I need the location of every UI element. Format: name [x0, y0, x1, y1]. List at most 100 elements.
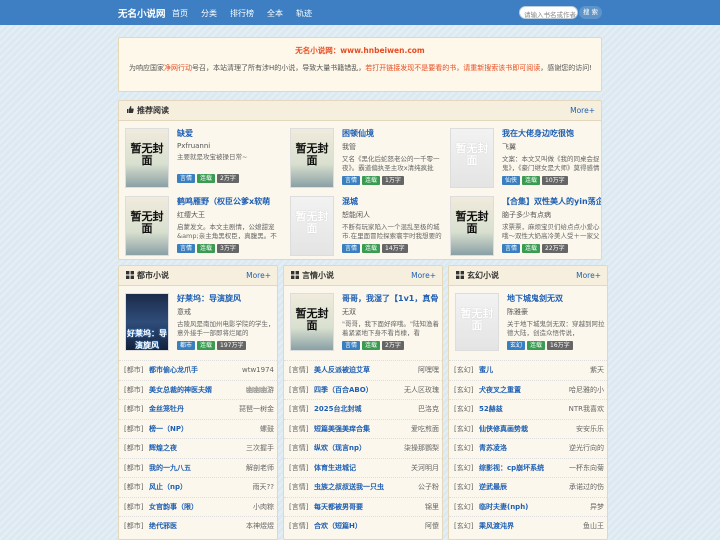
list-item-title[interactable]: 仙侠修真画势栽 — [479, 420, 576, 439]
list-item: [言情] 2025台北封城 巴洛克 — [284, 399, 442, 419]
book-tag: 连载 — [197, 174, 216, 183]
list-item: [玄幻] 逆武最辰 承诺过的伤 — [449, 477, 607, 497]
book-cover[interactable]: 暂无封面 — [125, 196, 169, 256]
book-title[interactable]: 混城 — [342, 196, 442, 207]
list-item-title[interactable]: 四季（百合ABO） — [314, 381, 404, 400]
book-description: 求票票，麻烦宝贝们给点点小爱心哦～双性大奶高冷美人受＋一家父 — [502, 223, 600, 240]
list-item-category: [言情] — [289, 424, 309, 433]
book-tag[interactable]: 言情 — [177, 244, 196, 253]
list-item: [玄幻] 青苏凌洛 逆光行向的 — [449, 438, 607, 458]
book-title[interactable]: 困顿仙境 — [342, 128, 442, 139]
list-item-author: 无人区玫瑰 — [404, 385, 439, 394]
book-title[interactable]: 地下城鬼剑无双 — [507, 293, 607, 304]
list-item-title[interactable]: 52赫兹 — [479, 400, 569, 419]
book-cover[interactable]: 好莱坞：导演旋风 — [125, 293, 169, 351]
list-item-category: [言情] — [289, 444, 309, 452]
book-info: 【合集】双性美人的yin荡企 脑子多少有点病 求票票，麻烦宝贝们给点点小爱心哦～… — [502, 196, 601, 253]
list-item-category: [玄幻] — [454, 405, 474, 413]
book-title[interactable]: 好莱坞：导演旋风 — [177, 293, 277, 304]
category-more-link[interactable]: More+ — [576, 266, 601, 286]
book-description: 启蒙发文。本文主剧情，公媳甜宠&amp;亲主角黑权臣，真腹黑。不是 — [177, 223, 277, 240]
grid-icon — [291, 267, 299, 279]
list-item-title[interactable]: 虫族之叔叔送我一只虫 — [314, 478, 418, 497]
book-tag[interactable]: 言情 — [342, 341, 361, 350]
list-item-title[interactable]: 蜜儿 — [479, 361, 590, 380]
book-title[interactable]: 缺爱 — [177, 128, 277, 139]
book-title[interactable]: 【合集】双性美人的yin荡企 — [502, 196, 601, 207]
list-item-title[interactable]: 综影视：cp崩坏系统 — [479, 459, 569, 478]
list-item-title[interactable]: 美女总裁的神医夫婿 — [149, 381, 246, 400]
list-item-title[interactable]: 青苏凌洛 — [479, 439, 569, 458]
book-author: 红缨大王 — [177, 211, 205, 219]
list-item-title[interactable]: 2025台北封城 — [314, 400, 418, 419]
search-button[interactable]: 搜 索 — [579, 6, 602, 19]
list-item-title[interactable]: 每天都被男哥要 — [314, 498, 425, 517]
book-tag: 连载 — [197, 244, 216, 253]
book-info: 地下城鬼剑无双 陈雅豪 关于地下城鬼剑无双：穿越到阿拉德大陆，创造众悟传说， 玄… — [507, 293, 607, 350]
list-item-title[interactable]: 榜一（NP） — [149, 420, 260, 439]
book-cover[interactable]: 暂无封面 — [290, 293, 334, 351]
book-tag[interactable]: 言情 — [177, 174, 196, 183]
list-item-author: 阿嘿嘿 — [418, 366, 439, 374]
list-item: [玄幻] 犬夜叉之重置 哈尼雅的小 — [449, 379, 607, 400]
list-item-title[interactable]: 都市偷心龙爪手 — [149, 361, 242, 380]
list-item-title[interactable]: 乘风渡沌界 — [479, 517, 583, 536]
list-item-title[interactable]: 合欢（短篇H） — [314, 517, 425, 536]
book-tag: 14万字 — [382, 244, 408, 253]
book-tags: 仙侠 连载 10万字 — [502, 176, 601, 185]
list-item-title[interactable]: 逆武最辰 — [479, 478, 569, 497]
recommend-book: 暂无封面 我在大佬身边吃很饱 飞翼 文案：本文又叫做《我的同桌会捉鬼》，《豪门继… — [444, 128, 601, 198]
nav-category[interactable]: 分类 — [201, 8, 217, 19]
cover-placeholder-text: 暂无封面 — [295, 307, 329, 332]
search-input[interactable]: 请输入书名或作者 — [519, 6, 578, 19]
list-item-title[interactable]: 女官韵事（限） — [149, 498, 253, 517]
book-description: 关于地下城鬼剑无双：穿越到阿拉德大陆，创造众悟传说， — [507, 320, 605, 337]
book-title[interactable]: 鹤鸣雁野（权臣公爹x软萌 — [177, 196, 277, 207]
book-tag[interactable]: 言情 — [502, 244, 521, 253]
top-navbar: 无名小说网 首页 分类 排行榜 全本 轨迹 请输入书名或作者 搜 索 — [0, 0, 720, 25]
list-item-title[interactable]: 金丝笼牡丹 — [149, 400, 239, 419]
book-tag[interactable]: 仙侠 — [502, 176, 521, 185]
category-more-link[interactable]: More+ — [246, 266, 271, 286]
book-tag[interactable]: 都市 — [177, 341, 196, 350]
list-item-title[interactable]: 我的一九八五 — [149, 459, 246, 478]
book-tags: 言情 连载 3万字 — [177, 244, 277, 253]
list-item-title[interactable]: 纵欢（现言np） — [314, 439, 404, 458]
site-logo[interactable]: 无名小说网 — [118, 6, 166, 20]
list-item-title[interactable]: 短篇美强美痒合集 — [314, 420, 411, 439]
list-item-category: [都市] — [124, 483, 144, 491]
recommend-header: 推荐阅读 More+ — [119, 101, 601, 121]
list-item-title[interactable]: 美人反派被迫艾草 — [314, 361, 418, 380]
list-item-category: [都市] — [124, 385, 144, 394]
book-tag[interactable]: 言情 — [342, 244, 361, 253]
list-item-title[interactable]: 风止（np） — [149, 478, 253, 497]
recommend-more-link[interactable]: More+ — [570, 101, 595, 121]
list-item-title[interactable]: 绝代邪医 — [149, 517, 246, 536]
list-item-category: [都市] — [124, 502, 144, 511]
nav-complete[interactable]: 全本 — [267, 8, 283, 19]
category-title: 都市小说 — [137, 271, 169, 280]
book-cover[interactable]: 暂无封面 — [290, 196, 334, 256]
list-item-title[interactable]: 辉煌之夜 — [149, 439, 246, 458]
nav-ranking[interactable]: 排行榜 — [230, 8, 254, 19]
nav-history[interactable]: 轨迹 — [296, 8, 312, 19]
list-item-title[interactable]: 体育生进城记 — [314, 459, 411, 478]
book-cover[interactable]: 暂无封面 — [455, 293, 499, 351]
list-item: [言情] 每天都被男哥要 锦里 — [284, 496, 442, 517]
list-item-title[interactable]: 临时夫妻(nph) — [479, 498, 590, 517]
list-item-title[interactable]: 犬夜叉之重置 — [479, 381, 569, 400]
nav-home[interactable]: 首页 — [172, 8, 188, 19]
book-title[interactable]: 哥哥，我湿了【1v1，真骨 — [342, 293, 442, 304]
featured-book: 暂无封面 地下城鬼剑无双 陈雅豪 关于地下城鬼剑无双：穿越到阿拉德大陆，创造众悟… — [449, 288, 607, 358]
book-cover[interactable]: 暂无封面 — [290, 128, 334, 188]
book-info: 缺爱 Pxfruanni 主要就是攻宝被操日常~ 言情 连载 2万字 — [177, 128, 277, 183]
book-tag[interactable]: 言情 — [342, 176, 361, 185]
cover-placeholder-text: 暂无封面 — [130, 210, 164, 235]
book-cover[interactable]: 暂无封面 — [125, 128, 169, 188]
book-cover[interactable]: 暂无封面 — [450, 196, 494, 256]
book-tag[interactable]: 玄幻 — [507, 341, 526, 350]
book-cover[interactable]: 暂无封面 — [450, 128, 494, 188]
book-title[interactable]: 我在大佬身边吃很饱 — [502, 128, 601, 139]
category-more-link[interactable]: More+ — [411, 266, 436, 286]
list-item-category: [言情] — [289, 463, 309, 472]
